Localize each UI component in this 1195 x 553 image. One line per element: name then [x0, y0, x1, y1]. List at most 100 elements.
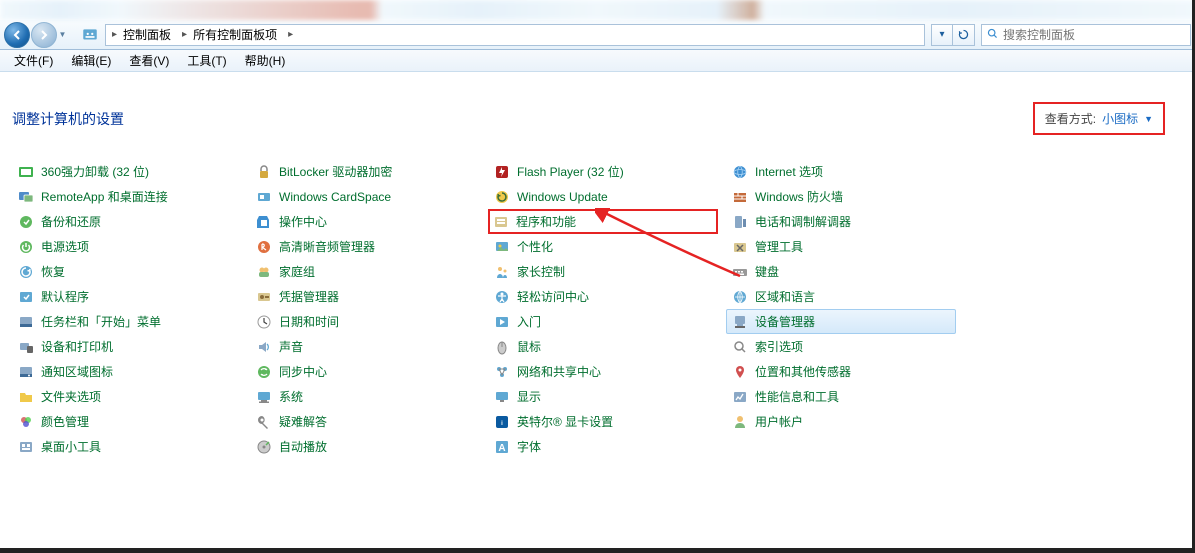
- cpl-item-autoplay[interactable]: 自动播放: [250, 434, 480, 459]
- cpl-item-admintools[interactable]: 管理工具: [726, 234, 956, 259]
- cpl-item-datetime[interactable]: 日期和时间: [250, 309, 480, 334]
- app-360-icon: [17, 163, 35, 181]
- easeofaccess-icon: [493, 288, 511, 306]
- breadcrumb[interactable]: ▸ 控制面板 ▸ 所有控制面板项 ▸: [105, 24, 925, 46]
- cpl-item-region[interactable]: 区域和语言: [726, 284, 956, 309]
- cpl-item-realtek[interactable]: 高清晰音频管理器: [250, 234, 480, 259]
- nav-history-dropdown[interactable]: ▼: [56, 24, 69, 46]
- cpl-item-label: 声音: [279, 338, 303, 355]
- network-icon: [493, 363, 511, 381]
- cpl-item-credentials[interactable]: 凭据管理器: [250, 284, 480, 309]
- items-area: 360强力卸载 (32 位) BitLocker 驱动器加密 Flash Playe…: [0, 143, 1195, 465]
- bc-root-arrow[interactable]: ▸: [108, 29, 121, 40]
- cpl-item-label: RemoteApp 和桌面连接: [41, 188, 168, 205]
- view-by-selector[interactable]: 查看方式: 小图标 ▼: [1033, 102, 1165, 135]
- firewall-icon: [731, 188, 749, 206]
- cpl-item-devmgr[interactable]: 设备管理器: [726, 309, 956, 334]
- cpl-item-label: 操作中心: [279, 213, 327, 230]
- cpl-item-sync[interactable]: 同步中心: [250, 359, 480, 384]
- cpl-item-power[interactable]: 电源选项: [12, 234, 242, 259]
- cpl-item-label: 自动播放: [279, 438, 327, 455]
- history-dropdown[interactable]: ▾: [931, 24, 953, 46]
- cpl-item-location[interactable]: 位置和其他传感器: [726, 359, 956, 384]
- cpl-item-label: 程序和功能: [516, 213, 576, 230]
- cpl-item-label: BitLocker 驱动器加密: [279, 163, 392, 180]
- bc-segment-control-panel[interactable]: 控制面板: [121, 25, 178, 45]
- cpl-item-intel[interactable]: 英特尔® 显卡设置: [488, 409, 718, 434]
- back-button[interactable]: [4, 22, 30, 48]
- menu-view[interactable]: 查看(V): [121, 50, 177, 71]
- gadgets-icon: [17, 438, 35, 456]
- cpl-item-troubleshoot[interactable]: 疑难解答: [250, 409, 480, 434]
- cpl-item-label: 位置和其他传感器: [755, 363, 851, 380]
- cpl-item-notification[interactable]: 通知区域图标: [12, 359, 242, 384]
- cpl-item-programs[interactable]: 程序和功能: [488, 209, 718, 234]
- cpl-item-phone[interactable]: 电话和调制解调器: [726, 209, 956, 234]
- menu-file[interactable]: 文件(F): [6, 50, 61, 71]
- cpl-item-label: 桌面小工具: [41, 438, 101, 455]
- cpl-item-display[interactable]: 显示: [488, 384, 718, 409]
- cpl-item-perf[interactable]: 性能信息和工具: [726, 384, 956, 409]
- cpl-item-label: 默认程序: [41, 288, 89, 305]
- cpl-item-flash[interactable]: Flash Player (32 位): [488, 159, 718, 184]
- cpl-item-fonts[interactable]: 字体: [488, 434, 718, 459]
- view-by-label: 查看方式:: [1045, 110, 1096, 127]
- cpl-item-label: 疑难解答: [279, 413, 327, 430]
- admintools-icon: [731, 238, 749, 256]
- folderopt-icon: [17, 388, 35, 406]
- cpl-item-actioncenter[interactable]: 操作中心: [250, 209, 480, 234]
- homegroup-icon: [255, 263, 273, 281]
- realtek-icon: [255, 238, 273, 256]
- bc-segment-all-items[interactable]: 所有控制面板项: [191, 25, 284, 45]
- cpl-item-label: 文件夹选项: [41, 388, 101, 405]
- cpl-item-label: Windows CardSpace: [279, 190, 391, 204]
- actioncenter-icon: [255, 213, 273, 231]
- cpl-item-network[interactable]: 网络和共享中心: [488, 359, 718, 384]
- cpl-item-color[interactable]: 颜色管理: [12, 409, 242, 434]
- search-box[interactable]: [981, 24, 1191, 46]
- menu-tools[interactable]: 工具(T): [179, 50, 234, 71]
- cpl-item-personalize[interactable]: 个性化: [488, 234, 718, 259]
- content-header: 调整计算机的设置 查看方式: 小图标 ▼: [0, 72, 1195, 143]
- cpl-item-winupdate[interactable]: Windows Update: [488, 184, 718, 209]
- programs-icon: [492, 213, 510, 231]
- menu-edit[interactable]: 编辑(E): [63, 50, 119, 71]
- cpl-item-label: 任务栏和「开始」菜单: [41, 313, 161, 330]
- cpl-item-label: 设备和打印机: [41, 338, 113, 355]
- cpl-item-folderopt[interactable]: 文件夹选项: [12, 384, 242, 409]
- cpl-item-getstarted[interactable]: 入门: [488, 309, 718, 334]
- cpl-item-cardspace[interactable]: Windows CardSpace: [250, 184, 480, 209]
- cpl-item-firewall[interactable]: Windows 防火墙: [726, 184, 956, 209]
- cpl-item-keyboard[interactable]: 键盘: [726, 259, 956, 284]
- cpl-item-default[interactable]: 默认程序: [12, 284, 242, 309]
- cpl-item-label: 颜色管理: [41, 413, 89, 430]
- cpl-item-mouse[interactable]: 鼠标: [488, 334, 718, 359]
- cpl-item-backup[interactable]: 备份和还原: [12, 209, 242, 234]
- cpl-item-devices[interactable]: 设备和打印机: [12, 334, 242, 359]
- cpl-item-easeofaccess[interactable]: 轻松访问中心: [488, 284, 718, 309]
- cpl-item-sound[interactable]: 声音: [250, 334, 480, 359]
- intel-icon: [493, 413, 511, 431]
- cpl-item-label: 系统: [279, 388, 303, 405]
- refresh-button[interactable]: [953, 24, 975, 46]
- menu-help[interactable]: 帮助(H): [237, 50, 294, 71]
- devices-icon: [17, 338, 35, 356]
- power-icon: [17, 238, 35, 256]
- cpl-item-taskbar[interactable]: 任务栏和「开始」菜单: [12, 309, 242, 334]
- winupdate-icon: [493, 188, 511, 206]
- cpl-item-indexing[interactable]: 索引选项: [726, 334, 956, 359]
- cpl-item-remoteapp[interactable]: RemoteApp 和桌面连接: [12, 184, 242, 209]
- cpl-item-label: Internet 选项: [755, 163, 823, 180]
- cpl-item-parental[interactable]: 家长控制: [488, 259, 718, 284]
- cpl-item-homegroup[interactable]: 家庭组: [250, 259, 480, 284]
- cpl-item-gadgets[interactable]: 桌面小工具: [12, 434, 242, 459]
- cpl-item-recovery[interactable]: 恢复: [12, 259, 242, 284]
- cpl-item-internet[interactable]: Internet 选项: [726, 159, 956, 184]
- cpl-item-app-360[interactable]: 360强力卸载 (32 位): [12, 159, 242, 184]
- search-input[interactable]: [1003, 28, 1186, 42]
- cpl-item-users[interactable]: 用户帐户: [726, 409, 956, 434]
- chevron-right-icon: ▸: [178, 29, 191, 40]
- forward-button[interactable]: [31, 22, 57, 48]
- cpl-item-bitlocker[interactable]: BitLocker 驱动器加密: [250, 159, 480, 184]
- cpl-item-system[interactable]: 系统: [250, 384, 480, 409]
